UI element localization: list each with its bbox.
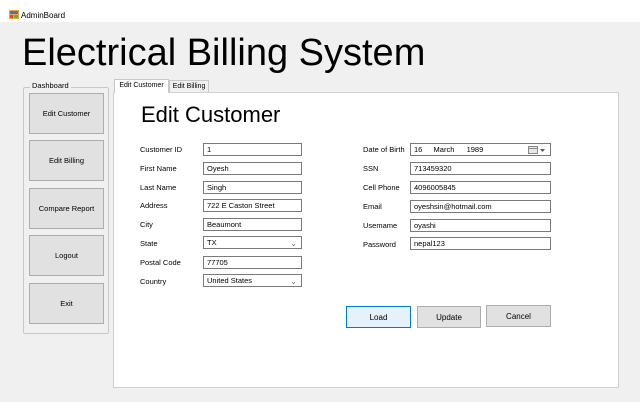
city-label: City [140, 220, 153, 229]
logout-button[interactable]: Logout [29, 235, 104, 276]
username-input[interactable]: oyashi [410, 219, 551, 232]
chevron-down-icon: ⌄ [290, 239, 297, 248]
load-button[interactable]: Load [346, 306, 411, 328]
chevron-down-icon: ⌄ [290, 277, 297, 286]
app-heading: Electrical Billing System [22, 32, 426, 74]
first-name-input[interactable]: Oyesh [203, 162, 302, 175]
dashboard-label: Dashboard [30, 81, 71, 90]
state-label: State [140, 239, 158, 248]
email-label: Email [363, 202, 382, 211]
cell-phone-label: Cell Phone [363, 183, 400, 192]
customer-id-input[interactable]: 1 [203, 143, 302, 156]
window-titlebar [0, 0, 640, 22]
exit-button[interactable]: Exit [29, 283, 104, 324]
cancel-button[interactable]: Cancel [486, 305, 551, 327]
dob-year: 1989 [466, 145, 484, 154]
ssn-input[interactable]: 713459320 [410, 162, 551, 175]
country-select[interactable]: United States ⌄ [203, 274, 302, 287]
customer-id-label: Customer ID [140, 145, 183, 154]
password-input[interactable]: nepal123 [410, 237, 551, 250]
state-value: TX [207, 238, 217, 247]
dob-month: March [433, 145, 455, 154]
city-input[interactable]: Beaumont [203, 218, 302, 231]
window-title: AdminBoard [21, 11, 66, 20]
cell-phone-input[interactable]: 4096005845 [410, 181, 551, 194]
calendar-dropdown-icon[interactable] [528, 146, 546, 154]
last-name-input[interactable]: Singh [203, 181, 302, 194]
email-input[interactable]: oyeshsin@hotmail.com [410, 200, 551, 213]
address-input[interactable]: 722 E Caston Street [203, 199, 302, 212]
username-label: Usemame [363, 221, 398, 230]
last-name-label: Last Name [140, 183, 177, 192]
password-label: Password [363, 240, 396, 249]
ssn-label: SSN [363, 164, 379, 173]
tab-edit-customer[interactable]: Edit Customer [114, 79, 169, 93]
postal-code-input[interactable]: 77705 [203, 256, 302, 269]
state-select[interactable]: TX ⌄ [203, 236, 302, 249]
dob-label: Date of Birth [363, 145, 405, 154]
date-of-birth-picker[interactable]: 16 March 1989 [410, 143, 551, 156]
edit-customer-button[interactable]: Edit Customer [29, 93, 104, 134]
country-value: United States [207, 276, 253, 285]
compare-report-button[interactable]: Compare Report [29, 188, 104, 229]
address-label: Address [140, 201, 168, 210]
app-icon [9, 10, 19, 19]
first-name-label: First Name [140, 164, 177, 173]
postal-code-label: Postal Code [140, 258, 181, 267]
dob-day: 16 [414, 145, 423, 154]
edit-billing-button[interactable]: Edit Billing [29, 140, 104, 181]
form-title: Edit Customer [141, 102, 281, 127]
update-button[interactable]: Update [417, 306, 481, 328]
tab-edit-billing[interactable]: Edit Billing [169, 80, 209, 92]
country-label: Country [140, 277, 167, 286]
